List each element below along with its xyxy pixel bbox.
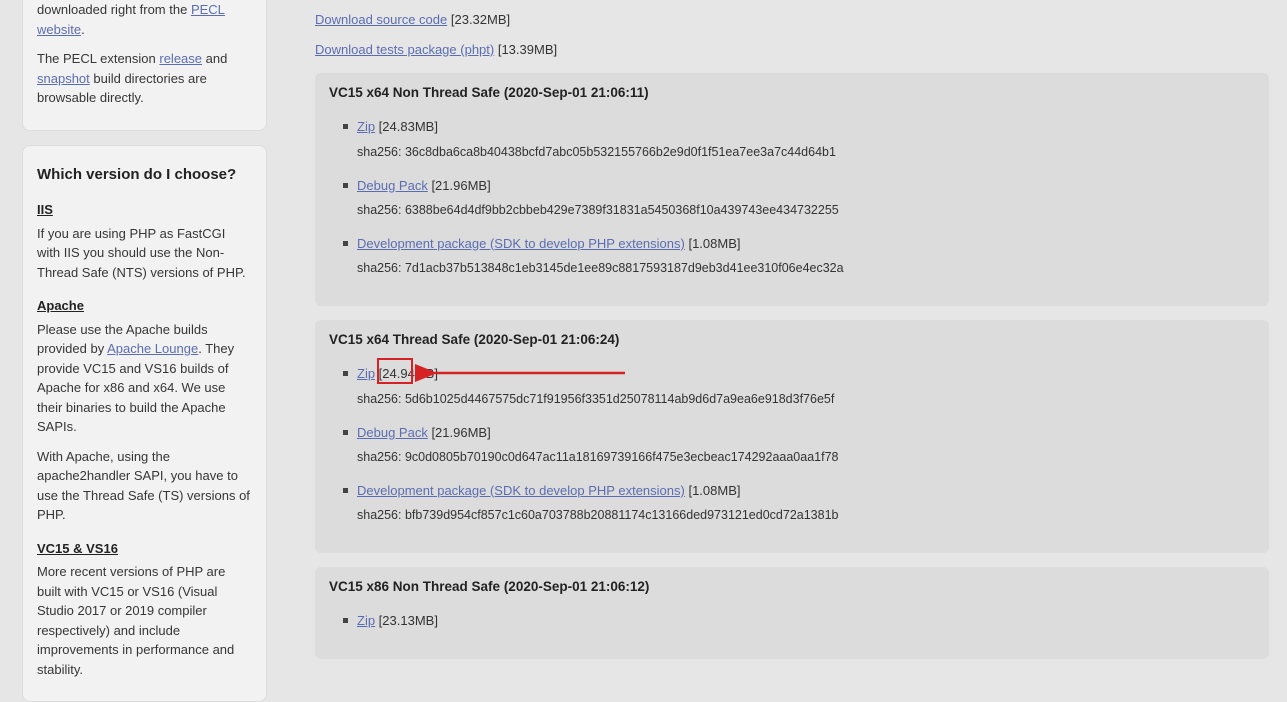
apache-text-2: With Apache, using the apache2handler SA…: [37, 447, 252, 525]
build-download-link[interactable]: Zip: [357, 366, 375, 381]
vc-text: More recent versions of PHP are built wi…: [37, 562, 252, 679]
pecl-release-link[interactable]: release: [159, 51, 202, 66]
build-download-link[interactable]: Zip: [357, 119, 375, 134]
build-box: VC15 x64 Non Thread Safe (2020-Sep-01 21…: [315, 73, 1269, 306]
build-download-size: [1.08MB]: [685, 236, 741, 251]
build-download-link[interactable]: Debug Pack: [357, 425, 428, 440]
build-title: VC15 x64 Thread Safe (2020-Sep-01 21:06:…: [329, 330, 1255, 350]
build-download-link[interactable]: Debug Pack: [357, 178, 428, 193]
build-download-size: [23.13MB]: [375, 613, 438, 628]
pecl-paragraph-1: downloaded right from the PECL website.: [37, 0, 252, 39]
apache-text-1: Please use the Apache builds provided by…: [37, 320, 252, 437]
pecl-snapshot-link[interactable]: snapshot: [37, 71, 90, 86]
build-download-link[interactable]: Development package (SDK to develop PHP …: [357, 236, 685, 251]
download-tests-link[interactable]: Download tests package (phpt): [315, 42, 494, 57]
apache-lounge-link[interactable]: Apache Lounge: [107, 341, 198, 356]
vc-heading: VC15 & VS16: [37, 539, 252, 559]
build-download-link[interactable]: Zip: [357, 613, 375, 628]
download-tests-row: Download tests package (phpt) [13.39MB]: [315, 40, 1269, 60]
build-item: Development package (SDK to develop PHP …: [357, 481, 1255, 525]
iis-heading: IIS: [37, 200, 252, 220]
build-item: Zip [24.94MB] sha256: 5d6b1025d4467575dc7…: [357, 364, 1255, 408]
build-title: VC15 x64 Non Thread Safe (2020-Sep-01 21…: [329, 83, 1255, 103]
build-item: Development package (SDK to develop PHP …: [357, 234, 1255, 278]
download-source-link[interactable]: Download source code: [315, 12, 447, 27]
download-source-size: [23.32MB]: [451, 12, 510, 27]
sidebar-panel-pecl: downloaded right from the PECL website. …: [22, 0, 267, 131]
build-title: VC15 x86 Non Thread Safe (2020-Sep-01 21…: [329, 577, 1255, 597]
which-version-heading: Which version do I choose?: [37, 164, 252, 187]
sidebar-panel-which-version: Which version do I choose? IIS If you ar…: [22, 145, 267, 702]
build-list: Zip [24.94MB] sha256: 5d6b1025d4467575dc7…: [329, 364, 1255, 525]
build-sha256: sha256: 9c0d0805b70190c0d647ac11a1816973…: [357, 448, 1255, 467]
build-download-link[interactable]: Development package (SDK to develop PHP …: [357, 483, 685, 498]
main-content: Download source code [23.32MB] Download …: [285, 0, 1287, 624]
build-download-size: [24.94MB]: [375, 366, 438, 381]
build-list: Zip [24.83MB] sha256: 36c8dba6ca8b40438bc…: [329, 117, 1255, 278]
build-item: Debug Pack [21.96MB] sha256: 9c0d0805b701…: [357, 423, 1255, 467]
build-item: Zip [24.83MB] sha256: 36c8dba6ca8b40438bc…: [357, 117, 1255, 161]
download-tests-size: [13.39MB]: [498, 42, 557, 57]
build-download-size: [21.96MB]: [428, 178, 491, 193]
build-box: VC15 x86 Non Thread Safe (2020-Sep-01 21…: [315, 567, 1269, 659]
build-item: Debug Pack [21.96MB] sha256: 6388be64d4df…: [357, 176, 1255, 220]
build-sha256: sha256: 7d1acb37b513848c1eb3145de1ee89c8…: [357, 259, 1255, 278]
sidebar: downloaded right from the PECL website. …: [0, 0, 285, 624]
build-download-size: [1.08MB]: [685, 483, 741, 498]
build-download-size: [24.83MB]: [375, 119, 438, 134]
pecl-paragraph-2: The PECL extension release and snapshot …: [37, 49, 252, 108]
iis-text: If you are using PHP as FastCGI with IIS…: [37, 224, 252, 283]
apache-heading: Apache: [37, 296, 252, 316]
build-download-size: [21.96MB]: [428, 425, 491, 440]
build-sha256: sha256: bfb739d954cf857c1c60a703788b2088…: [357, 506, 1255, 525]
build-sha256: sha256: 36c8dba6ca8b40438bcfd7abc05b5321…: [357, 143, 1255, 162]
build-list: Zip [23.13MB]: [329, 611, 1255, 631]
build-sha256: sha256: 5d6b1025d4467575dc71f91956f3351d…: [357, 390, 1255, 409]
build-box: VC15 x64 Thread Safe (2020-Sep-01 21:06:…: [315, 320, 1269, 553]
build-sha256: sha256: 6388be64d4df9bb2cbbeb429e7389f31…: [357, 201, 1255, 220]
download-source-row: Download source code [23.32MB]: [315, 10, 1269, 30]
build-item: Zip [23.13MB]: [357, 611, 1255, 631]
